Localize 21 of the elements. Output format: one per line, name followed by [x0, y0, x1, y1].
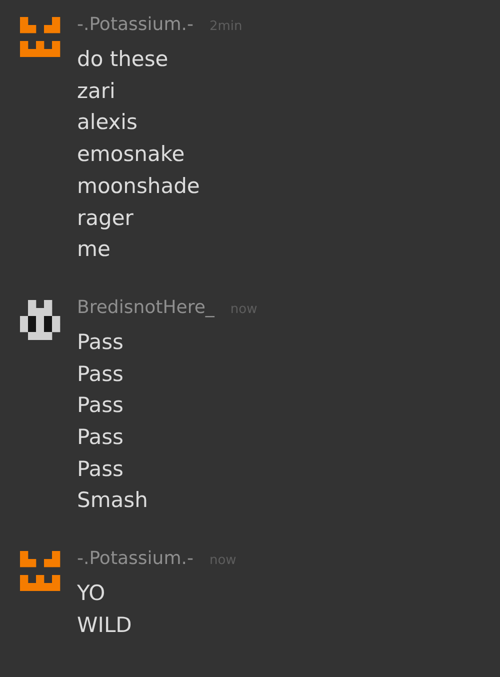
message-text: alexis	[77, 109, 138, 136]
message-text: Smash	[77, 487, 149, 514]
message-text: WILD	[77, 612, 133, 639]
username: -.Potassium.-	[77, 548, 194, 570]
message-text: emosnake	[77, 141, 186, 168]
message-text: me	[77, 236, 112, 264]
message-text: YO	[77, 580, 106, 608]
message-text: rager	[77, 204, 134, 232]
message-text: do these	[77, 46, 170, 73]
avatar-icon	[18, 300, 62, 340]
username: BredisnotHere_	[77, 296, 214, 318]
message-text: moonshade	[77, 172, 201, 200]
avatar-icon	[18, 551, 62, 592]
message-text: Pass	[77, 424, 124, 452]
message-text: zari	[77, 78, 116, 105]
username: -.Potassium.-	[77, 14, 194, 35]
message-text: Pass	[77, 328, 124, 356]
avatar-icon	[18, 17, 62, 57]
message-text: Pass	[77, 392, 124, 420]
message-text: Pass	[77, 456, 124, 483]
message-text: Pass	[77, 360, 124, 388]
